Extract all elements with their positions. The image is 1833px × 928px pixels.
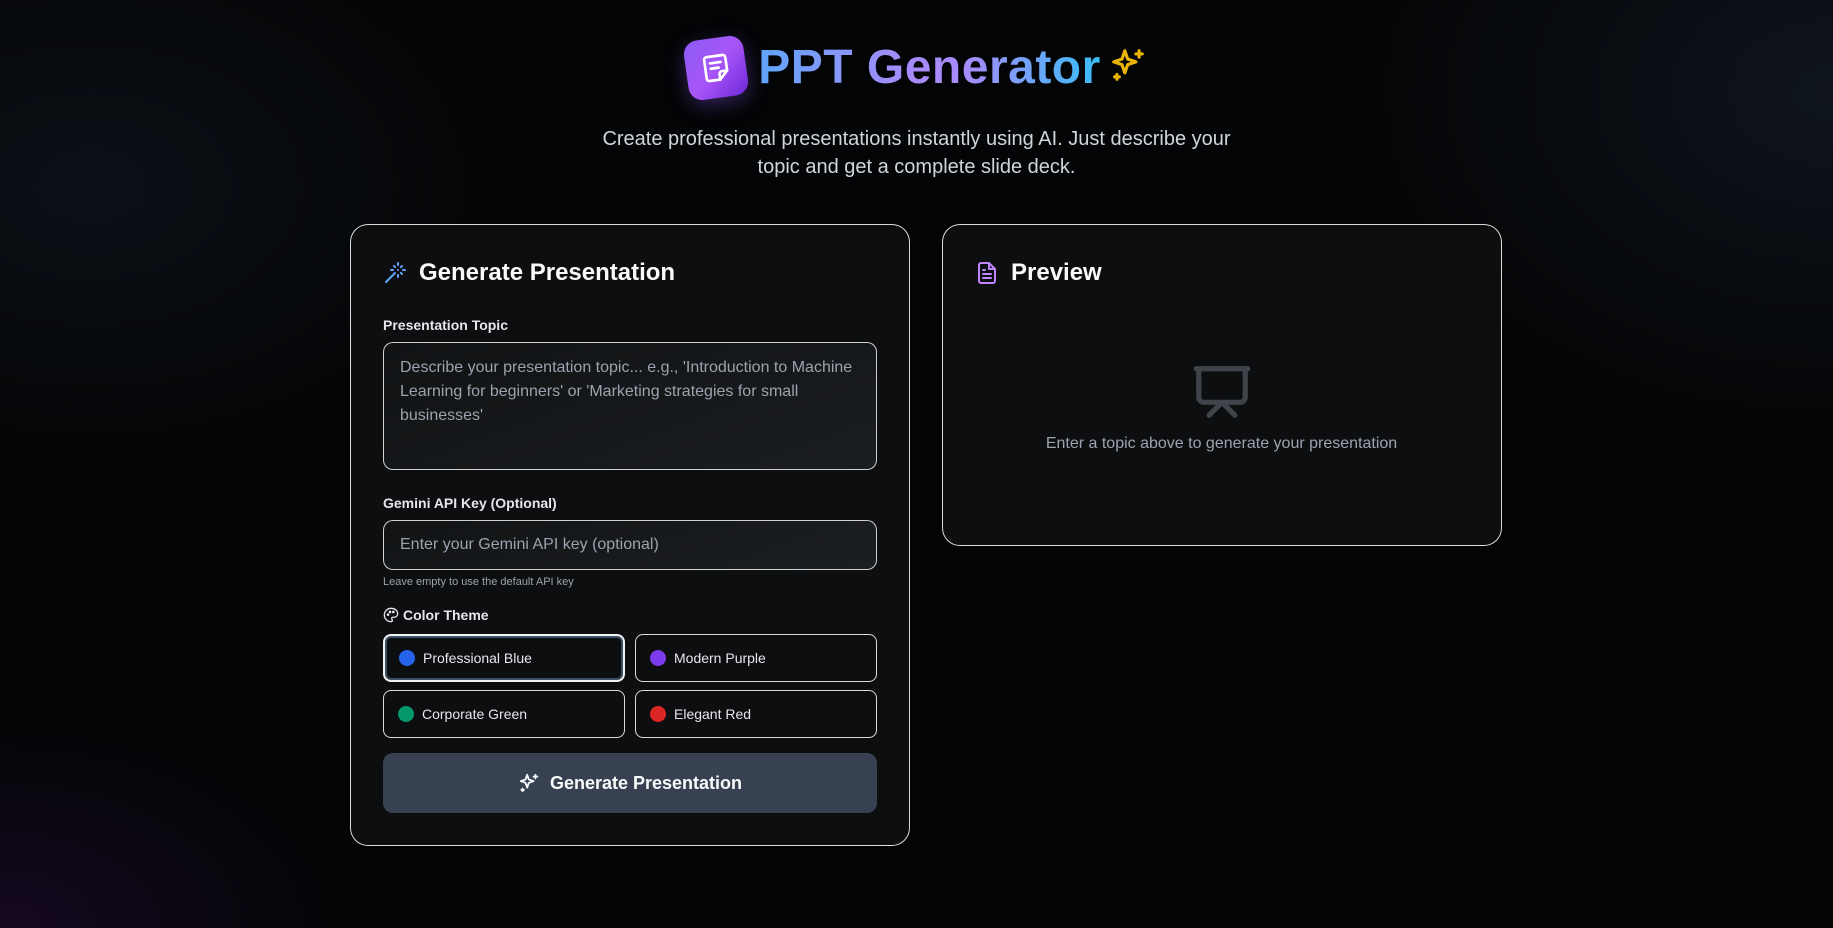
api-key-label: Gemini API Key (Optional) [383, 495, 557, 511]
preview-empty-text: Enter a topic above to generate your pre… [1045, 435, 1398, 452]
topic-label: Presentation Topic [383, 317, 508, 333]
theme-color-dot [650, 650, 666, 666]
theme-corporate-green-button[interactable]: Corporate Green [383, 690, 625, 738]
theme-professional-blue-button[interactable]: Professional Blue [383, 634, 625, 682]
generate-presentation-button[interactable]: Generate Presentation [383, 753, 877, 813]
topic-textarea[interactable] [383, 342, 877, 470]
theme-modern-purple-button[interactable]: Modern Purple [635, 634, 877, 682]
preview-card: Preview Enter a topic above to generate … [942, 224, 1502, 546]
palette-icon [383, 607, 399, 623]
api-key-hint: Leave empty to use the default API key [383, 576, 574, 588]
theme-color-dot [398, 706, 414, 722]
presentation-icon [1193, 366, 1250, 418]
theme-label: Modern Purple [674, 650, 766, 666]
generate-card: Generate Presentation Presentation Topic… [350, 224, 910, 846]
app-subtitle: Create professional presentations instan… [602, 128, 1231, 178]
page-header: PPT Generator Create professional presen… [0, 33, 1833, 181]
generate-button-label: Generate Presentation [549, 772, 743, 793]
preview-empty-state: Enter a topic above to generate your pre… [943, 363, 1500, 453]
app-logo [682, 34, 751, 102]
document-icon [703, 53, 729, 83]
theme-label: Professional Blue [423, 650, 532, 666]
sparkles-icon [519, 773, 539, 793]
magic-wand-icon [385, 262, 406, 283]
api-key-input[interactable] [383, 520, 877, 570]
theme-label: Corporate Green [422, 706, 528, 722]
app-title: PPT Generator [758, 40, 1101, 94]
color-theme-label: Color Theme [383, 607, 489, 623]
title-row: PPT Generator [682, 33, 1147, 103]
generate-card-title: Generate Presentation [419, 259, 676, 286]
theme-color-dot [399, 650, 415, 666]
preview-card-header: Preview [975, 259, 1102, 287]
theme-label: Elegant Red [674, 706, 752, 722]
preview-card-title: Preview [1011, 259, 1102, 286]
file-text-icon [978, 262, 996, 284]
theme-color-dot [650, 706, 666, 722]
theme-elegant-red-button[interactable]: Elegant Red [635, 690, 877, 738]
sparkles-icon [1111, 49, 1144, 81]
color-theme-label-text: Color Theme [403, 607, 489, 623]
generate-card-header: Generate Presentation [383, 259, 675, 287]
